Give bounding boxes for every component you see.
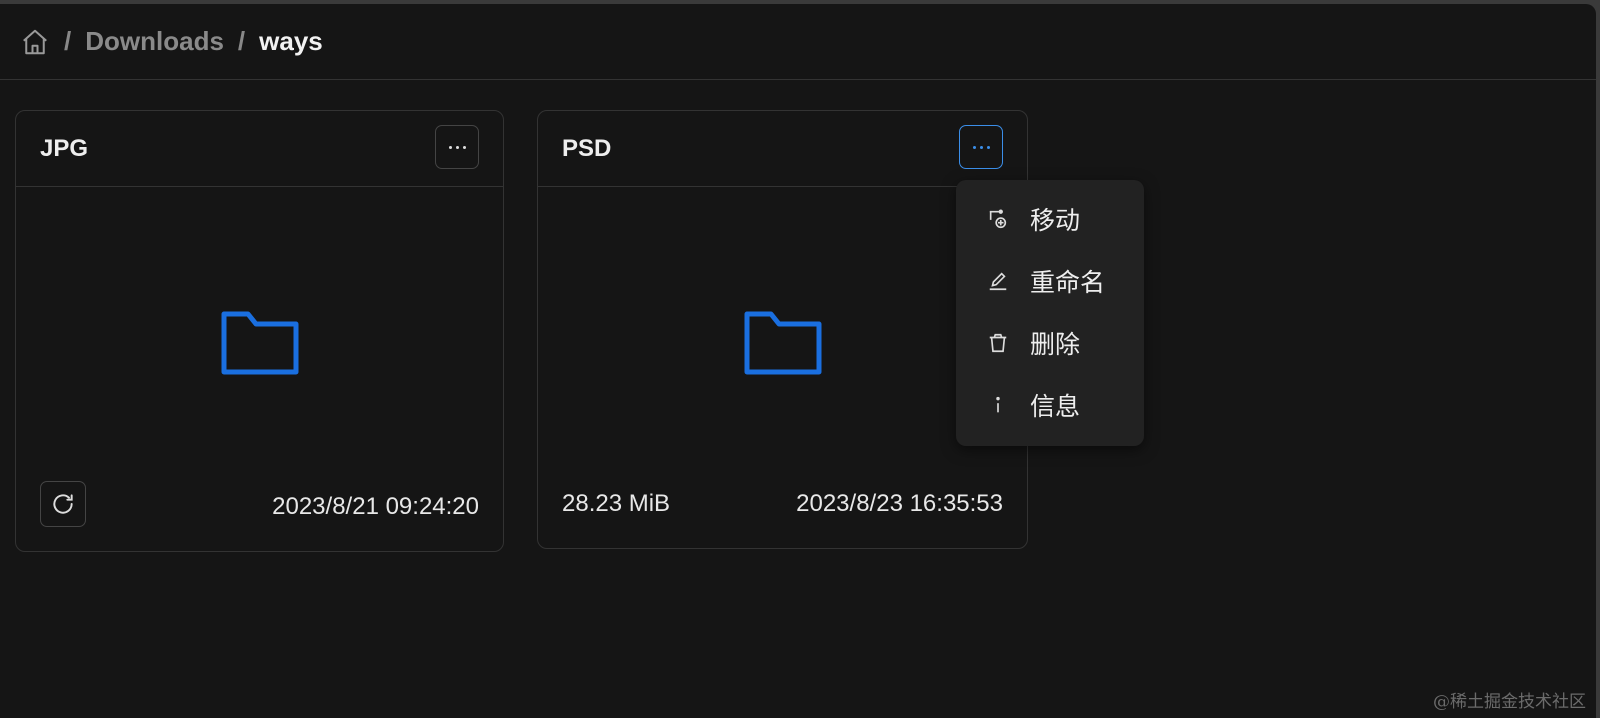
menu-item-info[interactable]: 信息 xyxy=(956,374,1144,436)
home-icon[interactable] xyxy=(20,27,50,57)
breadcrumb-current: ways xyxy=(259,26,323,56)
move-icon xyxy=(986,207,1010,231)
modified-date: 2023/8/23 16:35:53 xyxy=(796,490,1003,517)
menu-item-move[interactable]: 移动 xyxy=(956,188,1144,250)
folder-card-jpg[interactable]: JPG 2023/8/21 09:24:20 xyxy=(15,110,504,552)
menu-item-label: 重命名 xyxy=(1030,269,1106,297)
trash-icon xyxy=(986,331,1010,355)
breadcrumb-separator: / xyxy=(237,26,246,56)
more-options-button[interactable] xyxy=(435,125,479,169)
app-window: / Downloads / ways JPG 2023/8/21 09:24:2… xyxy=(0,4,1596,718)
menu-item-label: 移动 xyxy=(1030,207,1081,235)
info-icon xyxy=(986,393,1010,417)
context-menu: 移动 重命名 删除 信息 xyxy=(956,180,1144,446)
card-header: JPG xyxy=(16,111,503,187)
more-options-button[interactable] xyxy=(959,125,1003,169)
refresh-button[interactable] xyxy=(40,481,86,527)
card-title: JPG xyxy=(40,135,89,162)
pencil-icon xyxy=(986,269,1010,293)
breadcrumb-downloads[interactable]: Downloads xyxy=(85,26,224,57)
modified-date: 2023/8/21 09:24:20 xyxy=(272,493,479,520)
breadcrumb: / Downloads / ways xyxy=(0,4,1596,80)
breadcrumb-separator: / xyxy=(64,26,72,56)
folder-size: 28.23 MiB xyxy=(562,490,671,517)
folder-icon xyxy=(221,311,299,380)
folder-card-psd[interactable]: PSD 28.23 MiB 2023/8/23 16:35:53 xyxy=(537,110,1028,549)
card-header: PSD xyxy=(538,111,1027,187)
menu-item-label: 删除 xyxy=(1030,331,1081,359)
folder-icon xyxy=(744,311,822,380)
menu-item-delete[interactable]: 删除 xyxy=(956,312,1144,374)
card-title: PSD xyxy=(562,135,612,162)
menu-item-rename[interactable]: 重命名 xyxy=(956,250,1144,312)
watermark: @稀土掘金技术社区 xyxy=(1433,692,1586,712)
menu-item-label: 信息 xyxy=(1030,393,1081,421)
